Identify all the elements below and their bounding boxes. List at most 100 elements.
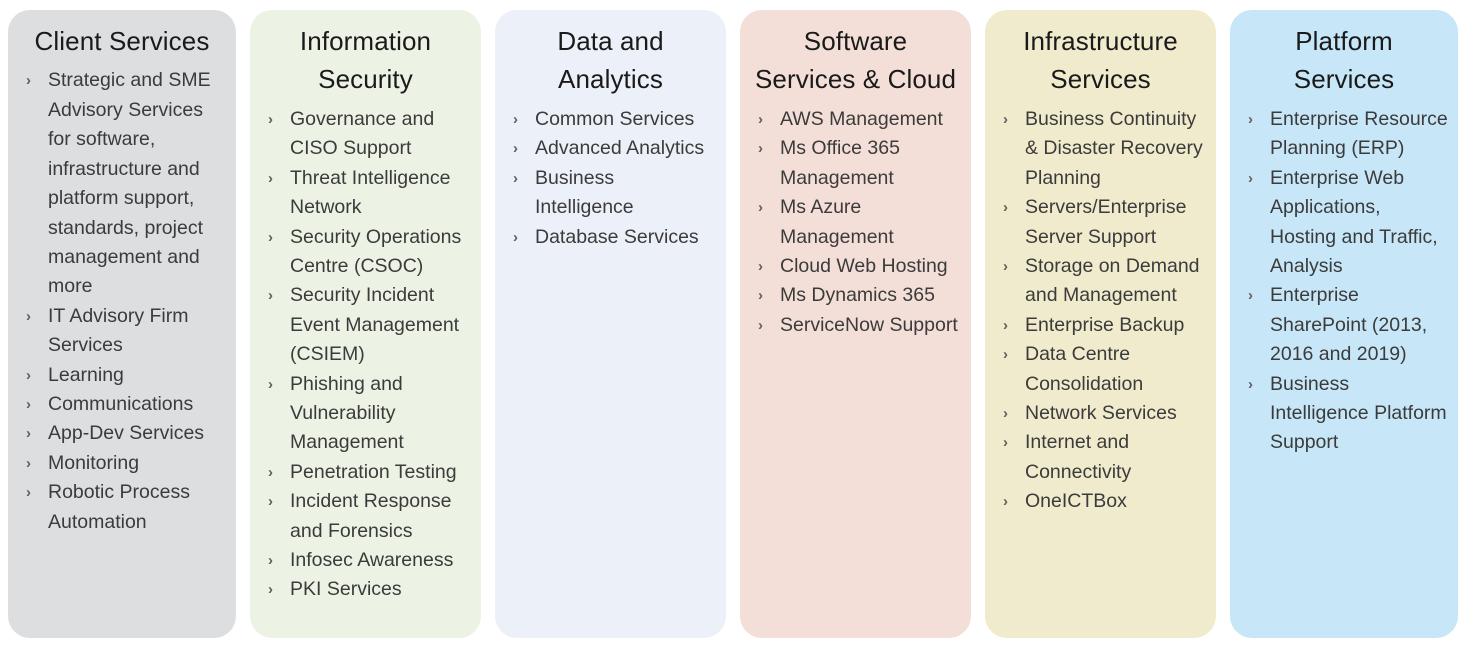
list-item-label: Security Incident Event Management (CSIE… xyxy=(290,284,460,366)
list-item[interactable]: › Network Services xyxy=(995,399,1206,428)
list-item[interactable]: › Threat Intelligence Network xyxy=(260,164,471,223)
list-item[interactable]: › Governance and CISO Support xyxy=(260,105,471,164)
chevron-right-icon: › xyxy=(26,454,31,472)
list-item[interactable]: › Enterprise Backup xyxy=(995,311,1206,340)
list-item[interactable]: › Cloud Web Hosting xyxy=(750,252,961,281)
list-item[interactable]: › AWS Management xyxy=(750,105,961,134)
chevron-right-icon: › xyxy=(268,110,273,128)
list-item-label: Infosec Awareness xyxy=(290,549,454,572)
list-item-label: Data Centre Consolidation xyxy=(1025,343,1144,395)
list-item-label: Network Services xyxy=(1025,402,1177,424)
list-item[interactable]: › Ms Office 365 Management xyxy=(750,134,961,193)
list-item-label: Ms Azure Management xyxy=(780,196,894,248)
list-item-label: Enterprise Web Applications, Hosting and… xyxy=(1270,166,1438,277)
list-item-label: Servers/Enterprise Server Support xyxy=(1025,196,1187,248)
list-item[interactable]: › Phishing and Vulnerability Management xyxy=(260,370,471,458)
list-item[interactable]: › ServiceNow Support xyxy=(750,311,961,340)
list-item[interactable]: › IT Advisory Firm Services xyxy=(18,302,226,361)
chevron-right-icon: › xyxy=(268,552,273,570)
service-card-client-services: Client Services › Strategic and SME Adviso… xyxy=(8,10,236,638)
list-item[interactable]: › Internet and Connectivity xyxy=(995,428,1206,487)
list-item-label: Internet and Connectivity xyxy=(1025,431,1132,483)
card-title-platform-services: Platform Services xyxy=(1293,26,1395,95)
chevron-right-icon: › xyxy=(268,287,273,305)
list-item[interactable]: › Incident Response and Forensics xyxy=(260,487,471,546)
service-list-data-and-analytics: › Common Services › Advanced Analytics › Busi… xyxy=(505,105,716,252)
list-item-label: Strategic and SME Advisory Services for … xyxy=(48,69,211,298)
service-list-software-services-and-cloud: › AWS Management › Ms Office 365 Management… xyxy=(750,105,961,340)
chevron-right-icon: › xyxy=(1248,169,1253,187)
service-list-infrastructure-services: › Business Continuity & Disaster Recovery… xyxy=(995,105,1206,517)
list-item[interactable]: › OneICTBox xyxy=(995,487,1206,516)
list-item[interactable]: › Robotic Process Automation xyxy=(18,478,226,537)
list-item-label: Incident Response and Forensics xyxy=(290,490,452,542)
service-card-platform-services: Platform Services › Enterprise Resource Pl… xyxy=(1230,10,1458,638)
list-item[interactable]: › PKI Services xyxy=(260,575,471,604)
list-item[interactable]: › Business Intelligence xyxy=(505,164,716,223)
chevron-right-icon: › xyxy=(268,169,273,187)
chevron-right-icon: › xyxy=(26,425,31,443)
list-item[interactable]: › Security Operations Centre (CSOC) xyxy=(260,223,471,282)
list-item-label: Business Continuity & Disaster Recovery … xyxy=(1025,107,1203,189)
list-item[interactable]: › App-Dev Services xyxy=(18,419,226,448)
list-item[interactable]: › Security Incident Event Management (CSI… xyxy=(260,281,471,369)
chevron-right-icon: › xyxy=(758,287,763,305)
chevron-right-icon: › xyxy=(758,199,763,217)
service-list-client-services: › Strategic and SME Advisory Services for… xyxy=(18,66,226,537)
list-item[interactable]: › Ms Azure Management xyxy=(750,193,961,252)
list-item-label: PKI Services xyxy=(290,578,402,601)
chevron-right-icon: › xyxy=(1003,493,1008,511)
list-item[interactable]: › Business Intelligence Platform Support xyxy=(1240,370,1448,458)
chevron-right-icon: › xyxy=(26,395,31,413)
chevron-right-icon: › xyxy=(513,140,518,158)
chevron-right-icon: › xyxy=(513,169,518,187)
chevron-right-icon: › xyxy=(268,581,273,599)
list-item[interactable]: › Infosec Awareness xyxy=(260,546,471,575)
list-item[interactable]: › Servers/Enterprise Server Support xyxy=(995,193,1206,252)
list-item[interactable]: › Strategic and SME Advisory Services for… xyxy=(18,66,226,301)
chevron-right-icon: › xyxy=(1003,110,1008,128)
list-item-label: Ms Office 365 Management xyxy=(780,137,900,189)
list-item-label: Ms Dynamics 365 xyxy=(780,284,935,307)
list-item-label: Governance and CISO Support xyxy=(290,107,435,160)
list-item-label: Threat Intelligence Network xyxy=(290,166,451,219)
chevron-right-icon: › xyxy=(26,484,31,502)
chevron-right-icon: › xyxy=(758,257,763,275)
list-item[interactable]: › Business Continuity & Disaster Recovery… xyxy=(995,105,1206,193)
chevron-right-icon: › xyxy=(26,307,31,325)
list-item[interactable]: › Monitoring xyxy=(18,449,226,478)
chevron-right-icon: › xyxy=(513,110,518,128)
list-item-label: Advanced Analytics xyxy=(535,137,705,160)
list-item[interactable]: › Enterprise Resource Planning (ERP) xyxy=(1240,105,1448,164)
list-item[interactable]: › Advanced Analytics xyxy=(505,134,716,163)
chevron-right-icon: › xyxy=(1248,287,1253,305)
list-item[interactable]: › Ms Dynamics 365 xyxy=(750,281,961,310)
list-item[interactable]: › Enterprise SharePoint (2013, 2016 and 2… xyxy=(1240,281,1448,369)
chevron-right-icon: › xyxy=(268,228,273,246)
list-item[interactable]: › Communications xyxy=(18,390,226,419)
list-item[interactable]: › Data Centre Consolidation xyxy=(995,340,1206,399)
list-item-label: Learning xyxy=(48,363,124,386)
chevron-right-icon: › xyxy=(1003,434,1008,452)
card-title-data-and-analytics: Data and Analytics xyxy=(557,26,664,95)
list-item[interactable]: › Storage on Demand and Management xyxy=(995,252,1206,311)
service-category-board: Client Services › Strategic and SME Adviso… xyxy=(0,0,1476,652)
list-item-label: Penetration Testing xyxy=(290,460,457,483)
card-title-information-security: Information Security xyxy=(299,26,432,95)
list-item[interactable]: › Database Services xyxy=(505,223,716,252)
list-item-label: Common Services xyxy=(535,107,695,130)
list-item-label: OneICTBox xyxy=(1025,490,1127,513)
list-item[interactable]: › Learning xyxy=(18,361,226,390)
list-item[interactable]: › Common Services xyxy=(505,105,716,134)
list-item-label: Enterprise Backup xyxy=(1025,313,1185,336)
chevron-right-icon: › xyxy=(1248,110,1253,128)
list-item[interactable]: › Penetration Testing xyxy=(260,458,471,487)
chevron-right-icon: › xyxy=(26,366,31,384)
list-item[interactable]: › Enterprise Web Applications, Hosting an… xyxy=(1240,164,1448,282)
list-item-label: Security Operations Centre (CSOC) xyxy=(290,225,462,277)
list-item-label: Storage on Demand and Management xyxy=(1025,254,1200,307)
chevron-right-icon: › xyxy=(268,375,273,393)
chevron-right-icon: › xyxy=(1003,346,1008,364)
list-item-label: Cloud Web Hosting xyxy=(780,254,948,277)
list-item-label: Enterprise Resource Planning (ERP) xyxy=(1270,107,1448,160)
